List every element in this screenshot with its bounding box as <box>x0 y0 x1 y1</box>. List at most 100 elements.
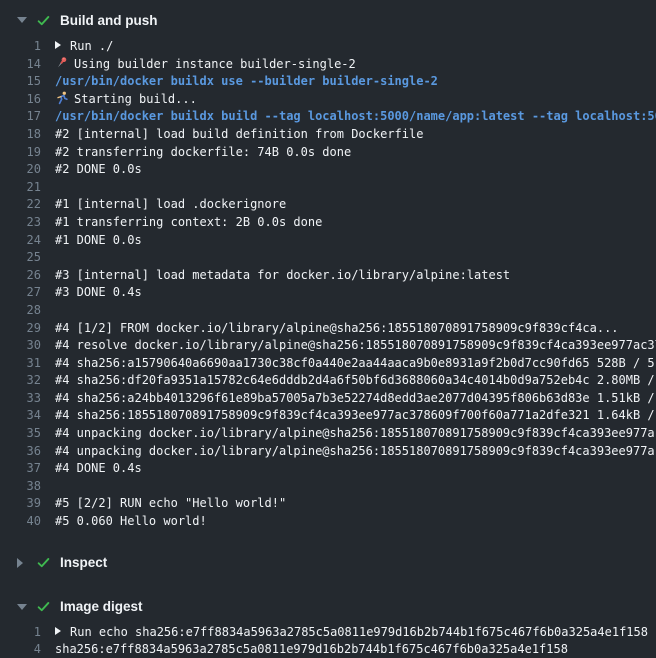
line-number[interactable]: 14 <box>0 56 41 74</box>
log-line: 16 Starting build... <box>0 91 656 109</box>
log-text-content: #5 0.060 Hello world! <box>55 514 207 528</box>
log-line: 37 #4 DONE 0.4s <box>0 460 656 478</box>
line-number[interactable]: 23 <box>0 214 41 232</box>
log-line: 30 #4 resolve docker.io/library/alpine@sh… <box>0 337 656 355</box>
log-text: #1 DONE 0.0s <box>55 232 142 250</box>
log-line: 36#4 unpacking docker.io/library/alpine@… <box>0 443 656 461</box>
log-line: 20 #2 DONE 0.0s <box>0 161 656 179</box>
line-number[interactable]: 29 <box>0 320 41 338</box>
log-text: #2 transferring dockerfile: 74B 0.0s don… <box>55 144 351 162</box>
line-number[interactable]: 38 <box>0 478 41 496</box>
line-number[interactable]: 17 <box>0 108 41 126</box>
log-line: 31 #4 sha256:a15790640a6690aa1730c38cf0a4… <box>0 355 656 373</box>
log-text-content: #2 [internal] load build definition from… <box>55 127 423 141</box>
log-text: sha256:e7ff8834a5963a2785c5a0811e979d16b… <box>55 641 568 658</box>
log-text: #3 DONE 0.4s <box>55 284 142 302</box>
log-line: 21 <box>0 179 656 197</box>
line-number[interactable]: 30 <box>0 337 41 355</box>
log-lines: 1 Run echo sha256:e7ff8834a5963a2785c5a08… <box>0 624 656 658</box>
log-text: #2 [internal] load build definition from… <box>55 126 423 144</box>
actions-log-viewer: Build and push1Run ./14Using builder ins… <box>0 0 656 658</box>
log-text: #5 0.060 Hello world! <box>55 513 207 531</box>
log-text-content: #4 resolve docker.io/library/alpine@sha2… <box>55 338 656 352</box>
log-text-content: #4 [1/2] FROM docker.io/library/alpine@s… <box>55 321 619 335</box>
log-text-content: #4 unpacking docker.io/library/alpine@sh… <box>55 426 655 440</box>
log-text-content: Run ./ <box>70 39 113 53</box>
log-lines: 1 Run ./ 14 Using builder instance builder-… <box>0 38 656 531</box>
line-number[interactable]: 37 <box>0 460 41 478</box>
line-number[interactable]: 20 <box>0 161 41 179</box>
log-line: 29 #4 [1/2] FROM docker.io/library/alpine… <box>0 320 656 338</box>
line-number[interactable]: 21 <box>0 179 41 197</box>
section-build-and-push: Build and push 1 Run ./ 14 Using builder ins… <box>0 10 656 531</box>
line-number[interactable]: 40 <box>0 513 41 531</box>
chevron-down-icon[interactable] <box>17 604 29 610</box>
line-number[interactable]: 4 <box>0 641 41 658</box>
line-number[interactable]: 39 <box>0 495 41 513</box>
log-text: #1 [internal] load .dockerignore <box>55 196 286 214</box>
log-text: #4 sha256:185518070891758909c9f839cf4ca3… <box>55 407 655 425</box>
log-text: #4 resolve docker.io/library/alpine@sha2… <box>55 337 656 355</box>
expand-group-icon[interactable] <box>55 41 61 49</box>
log-text: #4 sha256:a15790640a6690aa1730c38cf0a440… <box>55 355 655 373</box>
pushpin-icon <box>55 56 69 70</box>
line-number[interactable]: 19 <box>0 144 41 162</box>
log-line: 40 #5 0.060 Hello world! <box>0 513 656 531</box>
log-line: 22 #1 [internal] load .dockerignore <box>0 196 656 214</box>
line-number[interactable]: 25 <box>0 249 41 267</box>
section-header-image-digest[interactable]: Image digest <box>0 597 656 617</box>
log-line: 4 sha256:e7ff8834a5963a2785c5a0811e979d16… <box>0 641 656 658</box>
log-text-content: Run echo sha256:e7ff8834a5963a2785c5a081… <box>70 625 648 639</box>
line-number[interactable]: 28 <box>0 302 41 320</box>
section-header-inspect[interactable]: Inspect <box>0 553 656 573</box>
line-number[interactable]: 36 <box>0 443 41 461</box>
line-number[interactable]: 33 <box>0 390 41 408</box>
log-text: Using builder instance builder-single-2 <box>55 56 356 74</box>
log-line: 25 <box>0 249 656 267</box>
log-text: #4 sha256:df20fa9351a15782c64e6dddb2d4a6… <box>55 372 655 390</box>
log-text-content: #5 [2/2] RUN echo "Hello world!" <box>55 496 286 510</box>
line-number[interactable]: 1 <box>0 624 41 642</box>
log-line: 28 <box>0 302 656 320</box>
chevron-down-icon[interactable] <box>17 17 29 23</box>
log-text-content: #1 [internal] load .dockerignore <box>55 197 286 211</box>
line-number[interactable]: 34 <box>0 407 41 425</box>
section-inspect: Inspect <box>0 553 656 573</box>
log-text: Starting build... <box>55 91 197 109</box>
line-number[interactable]: 16 <box>0 91 41 109</box>
line-number[interactable]: 1 <box>0 38 41 56</box>
section-image-digest: Image digest 1 Run echo sha256:e7ff8834a59… <box>0 597 656 658</box>
line-number[interactable]: 31 <box>0 355 41 373</box>
line-number[interactable]: 35 <box>0 425 41 443</box>
section-header-build-and-push[interactable]: Build and push <box>0 10 656 30</box>
line-number[interactable]: 22 <box>0 196 41 214</box>
log-text: #4 [1/2] FROM docker.io/library/alpine@s… <box>55 320 619 338</box>
line-number[interactable]: 24 <box>0 232 41 250</box>
log-text: #5 [2/2] RUN echo "Hello world!" <box>55 495 286 513</box>
line-number[interactable]: 26 <box>0 267 41 285</box>
log-text: #3 [internal] load metadata for docker.i… <box>55 267 510 285</box>
log-text-content: #1 DONE 0.0s <box>55 233 142 247</box>
expand-group-icon[interactable] <box>55 627 61 635</box>
line-number[interactable]: 32 <box>0 372 41 390</box>
log-text-content: Starting build... <box>74 92 197 106</box>
log-text-content: /usr/bin/docker buildx build --tag local… <box>55 109 656 123</box>
log-text: #4 DONE 0.4s <box>55 460 142 478</box>
line-number[interactable]: 27 <box>0 284 41 302</box>
log-text-content: /usr/bin/docker buildx use --builder bui… <box>55 74 438 88</box>
log-text-content: #3 DONE 0.4s <box>55 285 142 299</box>
log-line: 17/usr/bin/docker buildx build --tag loc… <box>0 108 656 126</box>
line-number[interactable]: 15 <box>0 73 41 91</box>
command-text: /usr/bin/docker buildx use --builder bui… <box>55 73 438 91</box>
log-line: 1 Run echo sha256:e7ff8834a5963a2785c5a08… <box>0 624 656 642</box>
chevron-right-icon[interactable] <box>17 558 29 568</box>
log-line: 19 #2 transferring dockerfile: 74B 0.0s d… <box>0 144 656 162</box>
section-title: Inspect <box>60 555 107 570</box>
log-text-content: #4 DONE 0.4s <box>55 461 142 475</box>
log-text: #2 DONE 0.0s <box>55 161 142 179</box>
log-line: 27 #3 DONE 0.4s <box>0 284 656 302</box>
log-text-content: #2 transferring dockerfile: 74B 0.0s don… <box>55 145 351 159</box>
runner-icon <box>55 91 69 105</box>
log-line: 35 #4 unpacking docker.io/library/alpine@… <box>0 425 656 443</box>
line-number[interactable]: 18 <box>0 126 41 144</box>
